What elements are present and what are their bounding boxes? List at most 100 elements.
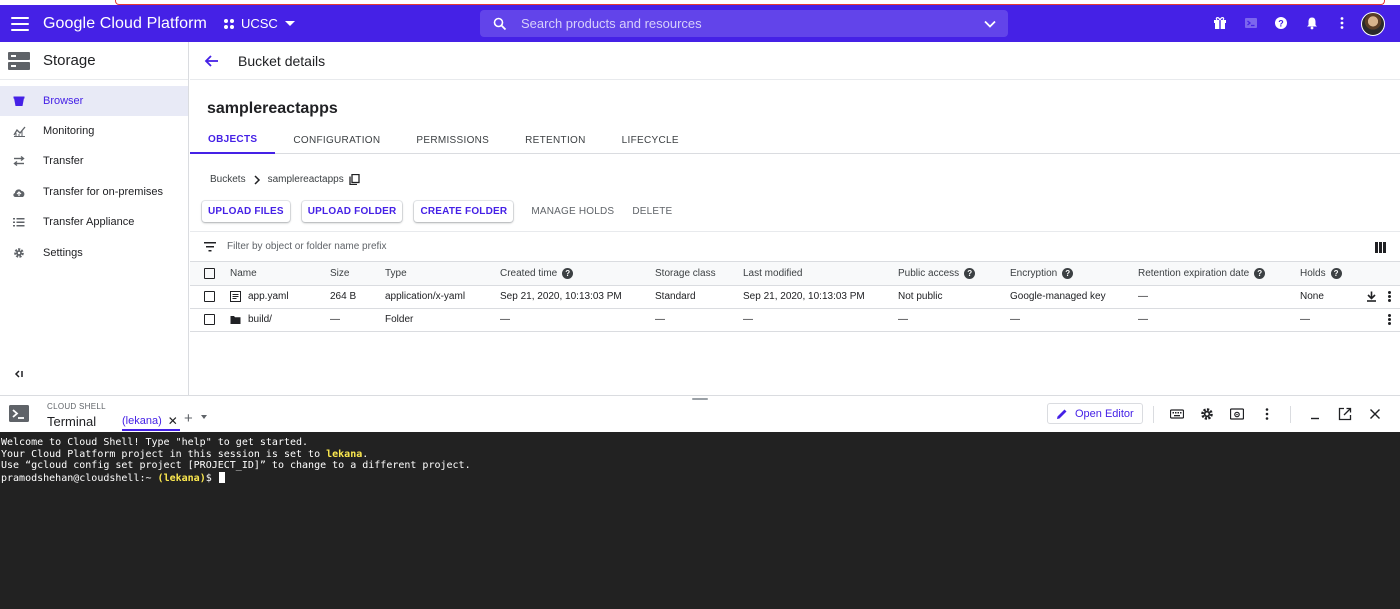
chart-icon <box>12 124 26 138</box>
chevron-right-icon <box>254 174 260 185</box>
project-name: UCSC <box>240 16 278 31</box>
minimize-icon[interactable] <box>1308 407 1322 421</box>
collapse-sidebar-icon[interactable] <box>13 367 27 381</box>
terminal-text: . <box>362 448 369 460</box>
object-size: 264 B <box>330 285 385 309</box>
help-icon[interactable]: ? <box>964 267 976 279</box>
tab-configuration[interactable]: CONFIGURATION <box>275 126 398 154</box>
tab-permissions[interactable]: PERMISSIONS <box>398 126 507 154</box>
sidebar-item-transfer[interactable]: Transfer <box>0 146 188 176</box>
tab-retention[interactable]: RETENTION <box>507 126 603 154</box>
breadcrumb-buckets[interactable]: Buckets <box>210 174 246 185</box>
file-icon <box>230 290 241 302</box>
manage-holds-button[interactable]: MANAGE HOLDS <box>525 201 621 222</box>
tab-lifecycle[interactable]: LIFECYCLE <box>604 126 697 154</box>
caret-down-icon <box>284 21 295 26</box>
col-encryption-label: Encryption <box>1010 267 1058 279</box>
col-retention[interactable]: Retention expiration date? <box>1138 262 1300 286</box>
col-encryption[interactable]: Encryption? <box>1010 262 1138 286</box>
col-public-access[interactable]: Public access? <box>898 262 1010 286</box>
cloud-upload-icon <box>12 185 26 199</box>
upload-files-button[interactable]: UPLOAD FILES <box>202 201 290 222</box>
col-size[interactable]: Size <box>330 262 385 286</box>
help-icon[interactable]: ? <box>1254 267 1266 279</box>
tab-objects[interactable]: OBJECTS <box>190 126 276 154</box>
help-icon[interactable]: ? <box>1274 16 1288 30</box>
sidebar-item-transfer-on-premises[interactable]: Transfer for on-premises <box>0 177 188 207</box>
chevron-down-icon[interactable] <box>984 18 996 30</box>
object-type: Folder <box>385 308 500 332</box>
cloud-shell-bar: CLOUD SHELL Terminal (lekana) ✕ + Open E… <box>0 395 1400 432</box>
close-tab-icon[interactable]: ✕ <box>168 414 178 428</box>
col-holds[interactable]: Holds? <box>1300 262 1360 286</box>
sidebar-item-monitoring[interactable]: Monitoring <box>0 116 188 146</box>
terminal-project-highlight: lekana <box>326 448 363 460</box>
objects-table: Name Size Type Created time? Storage cla… <box>190 262 1400 332</box>
more-vert-icon[interactable] <box>1260 407 1274 421</box>
more-vert-icon[interactable] <box>1335 16 1349 30</box>
row-checkbox[interactable] <box>204 313 215 325</box>
column-display-icon[interactable] <box>1375 242 1386 253</box>
filter-input[interactable]: Filter by object or folder name prefix <box>227 241 387 252</box>
close-icon[interactable] <box>1368 407 1382 421</box>
object-name[interactable]: build/ <box>248 314 272 325</box>
terminal-tab-lekana[interactable]: (lekana) ✕ <box>122 412 180 431</box>
filter-bar[interactable]: Filter by object or folder name prefix <box>190 231 1400 262</box>
open-new-window-icon[interactable] <box>1338 407 1352 421</box>
row-checkbox[interactable] <box>204 290 215 302</box>
search-icon <box>493 17 507 30</box>
gift-icon[interactable] <box>1213 16 1227 30</box>
bell-icon[interactable] <box>1305 16 1319 30</box>
project-selector[interactable]: UCSC <box>223 16 295 31</box>
select-all-checkbox[interactable] <box>204 267 215 279</box>
more-vert-icon[interactable] <box>1388 313 1391 326</box>
terminal-output[interactable]: Welcome to Cloud Shell! Type "help" to g… <box>0 432 1400 609</box>
resize-handle[interactable] <box>692 398 708 400</box>
sidebar-item-transfer-appliance[interactable]: Transfer Appliance <box>0 207 188 237</box>
terminal-line: Welcome to Cloud Shell! Type "help" to g… <box>1 437 309 448</box>
search-box[interactable]: Search products and resources <box>480 10 1008 37</box>
col-created[interactable]: Created time? <box>500 262 655 286</box>
filter-icon <box>204 241 216 251</box>
download-icon[interactable] <box>1366 291 1377 302</box>
table-row[interactable]: app.yaml 264 B application/x-yaml Sep 21… <box>190 285 1400 309</box>
col-last-modified[interactable]: Last modified <box>743 262 898 286</box>
top-app-bar: Google Cloud Platform UCSC Search produc… <box>0 5 1400 42</box>
pencil-icon <box>1057 409 1067 419</box>
col-storage-class[interactable]: Storage class <box>655 262 743 286</box>
delete-button[interactable]: DELETE <box>626 201 679 222</box>
upload-folder-button[interactable]: UPLOAD FOLDER <box>301 201 403 222</box>
user-avatar[interactable] <box>1361 12 1385 36</box>
bucket-name: samplereactapps <box>207 100 338 117</box>
col-type[interactable]: Type <box>385 262 500 286</box>
add-tab-icon[interactable]: + <box>184 410 193 427</box>
sidebar-item-browser[interactable]: Browser <box>0 86 188 116</box>
caret-down-icon[interactable] <box>201 415 207 419</box>
gear-icon[interactable] <box>1200 407 1214 421</box>
brand-title[interactable]: Google Cloud Platform <box>43 15 207 33</box>
create-folder-button[interactable]: CREATE FOLDER <box>414 201 514 222</box>
copy-icon[interactable] <box>349 174 360 185</box>
gear-icon <box>12 246 26 260</box>
keyboard-icon[interactable] <box>1170 407 1184 421</box>
help-icon[interactable]: ? <box>1330 267 1342 279</box>
terminal-prompt[interactable]: pramodshehan@cloudshell:~ (lekana)$ <box>1 471 1400 485</box>
sidebar-item-label: Transfer for on-premises <box>43 186 164 198</box>
sidebar-item-settings[interactable]: Settings <box>0 238 188 268</box>
help-icon[interactable]: ? <box>1062 267 1074 279</box>
open-editor-button[interactable]: Open Editor <box>1047 403 1143 424</box>
menu-icon[interactable] <box>11 16 29 31</box>
object-created: — <box>500 308 655 332</box>
help-icon[interactable]: ? <box>562 267 574 279</box>
more-vert-icon[interactable] <box>1388 290 1391 303</box>
web-preview-icon[interactable] <box>1230 407 1244 421</box>
col-name[interactable]: Name <box>230 262 330 286</box>
object-name-cell[interactable]: app.yaml <box>230 285 330 309</box>
back-arrow-icon[interactable] <box>204 53 220 69</box>
object-name-cell[interactable]: build/ <box>230 308 330 332</box>
object-name[interactable]: app.yaml <box>248 291 289 302</box>
table-row[interactable]: build/ — Folder — — — — — — — <box>190 308 1400 332</box>
cloud-shell-icon[interactable] <box>1244 16 1258 30</box>
object-holds: — <box>1300 308 1360 332</box>
col-retention-label: Retention expiration date <box>1138 267 1250 279</box>
